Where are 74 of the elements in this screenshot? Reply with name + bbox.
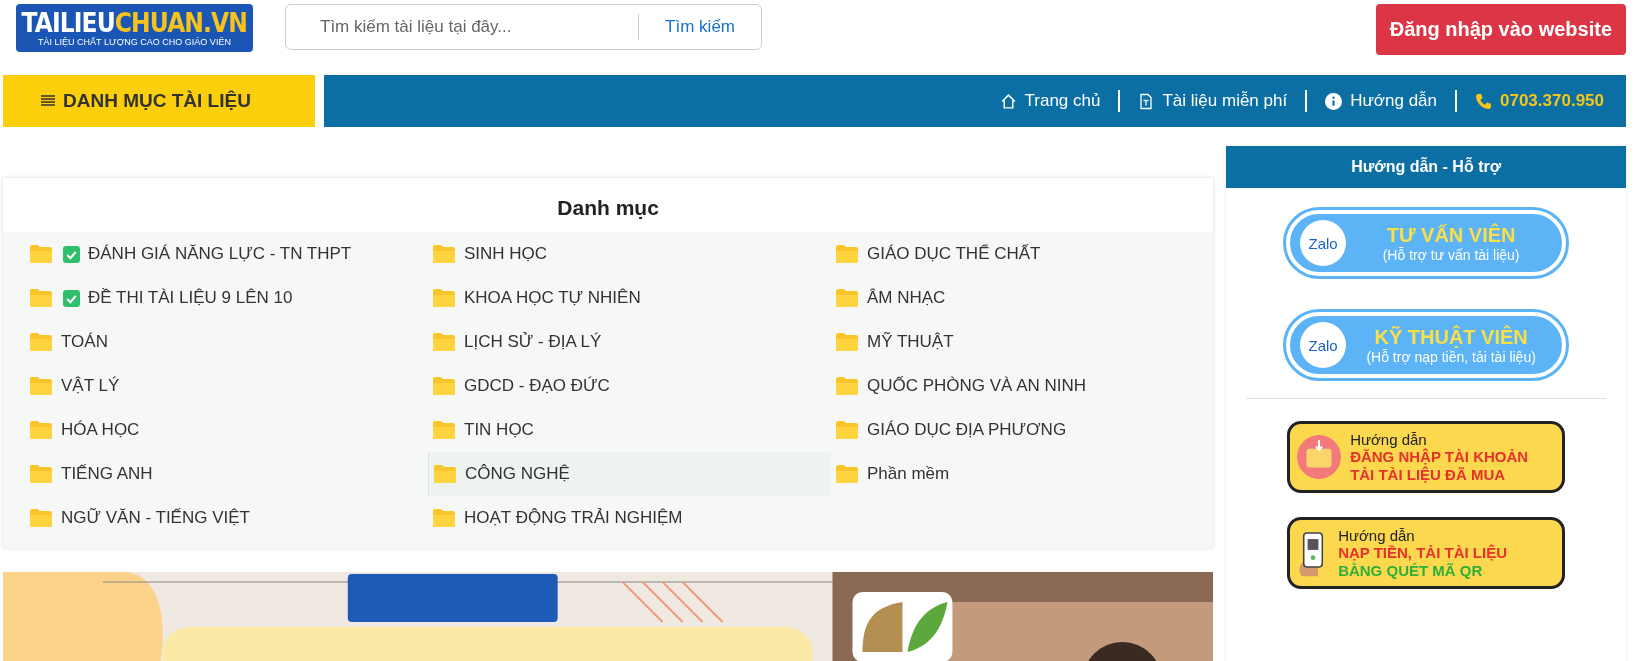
category-item[interactable]: GIÁO DỤC ĐỊA PHƯƠNG — [831, 408, 1214, 452]
category-item[interactable]: MỸ THUẬT — [831, 320, 1214, 364]
panel-title: Danh mục — [3, 178, 1214, 232]
category-item[interactable]: VẬT LÝ — [25, 364, 428, 408]
download-folder-icon — [1296, 434, 1343, 480]
folder-icon — [432, 288, 456, 308]
folder-icon — [835, 288, 859, 308]
contact-title: KỸ THUẬT VIÊN — [1374, 325, 1528, 349]
folder-icon — [835, 332, 859, 352]
category-menu-button[interactable]: DANH MỤC TÀI LIỆU — [3, 75, 315, 127]
category-item[interactable]: TOÁN — [25, 320, 428, 364]
zalo-contact-button[interactable]: Zalo TƯ VẤN VIÊN (Hỗ trợ tư vấn tài liệu) — [1286, 210, 1567, 276]
guide-line: NẠP TIỀN, TẢI TÀI LIỆU — [1338, 543, 1508, 562]
nav-link[interactable]: Hướng dẫn — [1325, 91, 1437, 111]
logo-text: TAILIEUCHUAN.VN — [21, 8, 248, 38]
category-item[interactable]: GDCD - ĐẠO ĐỨC — [428, 364, 831, 408]
phone-icon — [1475, 92, 1492, 110]
folder-icon — [835, 244, 859, 264]
folder-icon — [432, 376, 456, 396]
chat-bubble-icon: Zalo — [1300, 220, 1347, 266]
login-button[interactable]: Đăng nhập vào website — [1375, 4, 1626, 55]
folder-icon — [432, 420, 456, 440]
guide-button[interactable]: Hướng dẫn NẠP TIỀN, TẢI TÀI LIỆU BẰNG QUÉT MÃ QR — [1287, 517, 1566, 589]
document-icon — [1138, 92, 1155, 110]
contact-subtitle: (Hỗ trợ nạp tiền, tải tài liệu) — [1366, 348, 1536, 365]
folder-icon — [29, 508, 53, 528]
category-item[interactable]: TIẾNG ANH — [25, 452, 428, 496]
category-item[interactable]: QUỐC PHÒNG VÀ AN NINH — [831, 364, 1214, 408]
folder-icon — [432, 332, 456, 352]
folder-icon — [835, 420, 859, 440]
category-item[interactable]: HÓA HỌC — [25, 408, 428, 452]
category-item[interactable]: CÔNG NGHỆ — [428, 452, 831, 496]
contact-title: TƯ VẤN VIÊN — [1386, 223, 1516, 247]
folder-icon — [29, 376, 53, 396]
folder-icon — [29, 244, 53, 264]
folder-icon — [835, 464, 859, 484]
folder-icon — [432, 244, 456, 264]
guide-line: ĐĂNG NHẬP TÀI KHOẢN — [1350, 447, 1529, 466]
category-item[interactable]: HOẠT ĐỘNG TRẢI NGHIỆM — [428, 496, 831, 540]
category-item[interactable]: ĐỀ THI TÀI LIỆU 9 LÊN 10 — [25, 276, 428, 320]
guide-title: Hướng dẫn — [1338, 526, 1416, 544]
category-item[interactable]: Phần mềm — [831, 452, 1214, 496]
menu-icon — [41, 95, 55, 107]
category-item[interactable]: TIN HỌC — [428, 408, 831, 452]
category-item[interactable]: SINH HỌC — [428, 232, 831, 276]
category-item[interactable]: ĐÁNH GIÁ NĂNG LỰC - TN THPT — [25, 232, 428, 276]
folder-icon — [29, 420, 53, 440]
folder-icon — [835, 376, 859, 396]
category-item[interactable]: GIÁO DỤC THỂ CHẤT — [831, 232, 1214, 276]
folder-icon — [29, 464, 53, 484]
search-button[interactable]: Tìm kiếm — [639, 17, 761, 37]
site-logo[interactable]: TAILIEUCHUAN.VN TÀI LIỆU CHẤT LƯỢNG CAO CHO GIÁO VIÊN — [16, 4, 253, 52]
folder-icon — [29, 332, 53, 352]
nav-link[interactable]: Tài liệu miễn phí — [1138, 91, 1288, 111]
nav-link[interactable]: Trang chủ — [999, 91, 1101, 111]
category-item[interactable]: NGỮ VĂN - TIẾNG VIỆT — [25, 496, 428, 540]
search-field[interactable]: Tìm kiếm tài liệu tại đây... Tìm kiếm — [285, 4, 762, 50]
folder-icon — [29, 288, 53, 308]
folder-icon — [433, 464, 457, 484]
guide-line: BẰNG QUÉT MÃ QR — [1338, 561, 1484, 580]
chat-bubble-icon: Zalo — [1300, 322, 1347, 368]
contact-subtitle: (Hỗ trợ tư vấn tài liệu) — [1382, 246, 1520, 263]
sidebar-title: Hướng dẫn - Hỗ trợ — [1226, 146, 1626, 188]
category-item[interactable]: KHOA HỌC TỰ NHIÊN — [428, 276, 831, 320]
zalo-contact-button[interactable]: Zalo KỸ THUẬT VIÊN (Hỗ trợ nạp tiền, tải tài liệu) — [1286, 312, 1567, 378]
folder-icon — [432, 508, 456, 528]
logo-tagline: TÀI LIỆU CHẤT LƯỢNG CAO CHO GIÁO VIÊN — [38, 37, 231, 47]
category-item[interactable]: LỊCH SỬ - ĐỊA LÝ — [428, 320, 831, 364]
guide-title: Hướng dẫn — [1350, 430, 1428, 448]
guide-button[interactable]: Hướng dẫn ĐĂNG NHẬP TÀI KHOẢN TẢI TÀI LIỆU ĐÃ MUA — [1287, 421, 1566, 493]
info-icon — [1325, 92, 1343, 110]
guide-line: TẢI TÀI LIỆU ĐÃ MUA — [1350, 465, 1507, 484]
home-icon — [999, 92, 1017, 110]
category-item[interactable]: ÂM NHẠC — [831, 276, 1214, 320]
